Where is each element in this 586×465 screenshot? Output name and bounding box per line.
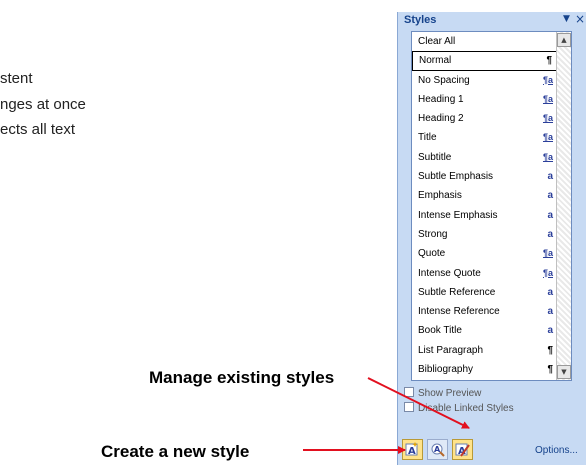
style-item-label: Intense Reference [418, 306, 500, 318]
style-type-icon: a [547, 209, 553, 221]
style-type-icon: a [547, 286, 553, 298]
style-item[interactable]: Quote ¶a [412, 244, 557, 263]
style-type-icon: a [547, 171, 553, 183]
style-item[interactable]: No Spacing ¶a [412, 71, 557, 90]
disable-linked-styles-label: Disable Linked Styles [418, 403, 514, 414]
style-inspector-icon: A [431, 443, 445, 457]
style-item[interactable]: Subtitle ¶a [412, 148, 557, 167]
manage-existing-styles-callout: Manage existing styles [149, 368, 335, 387]
style-type-icon: a [547, 228, 553, 240]
style-item-label: Intense Emphasis [418, 209, 498, 221]
style-item[interactable]: Subtle Reference a [412, 283, 557, 302]
style-item[interactable]: Title ¶a [412, 128, 557, 147]
styles-pane-header: Styles ▼ × [398, 12, 586, 31]
background-text-line-3: ects all text [0, 121, 76, 138]
show-preview-option[interactable]: Show Preview [404, 387, 481, 399]
dropdown-triangle-icon[interactable]: ▼ [563, 14, 570, 24]
close-icon[interactable]: × [575, 12, 585, 26]
style-item-label: Title [418, 132, 437, 144]
new-style-icon: A [405, 442, 418, 457]
style-item-label: List Paragraph [418, 344, 484, 356]
style-type-icon: ¶ [546, 55, 552, 67]
style-item-label: No Spacing [418, 74, 470, 86]
new-style-button[interactable]: A [402, 439, 423, 460]
style-item[interactable]: Heading 1 ¶a [412, 90, 557, 109]
style-item-label: Quote [418, 248, 446, 260]
svg-text:A: A [408, 446, 416, 457]
style-item[interactable]: Intense Emphasis a [412, 206, 557, 225]
manage-styles-button[interactable]: A [452, 439, 473, 460]
disable-linked-styles-option[interactable]: Disable Linked Styles [404, 402, 514, 414]
style-item-label: Heading 2 [418, 113, 464, 125]
style-type-icon: ¶a [542, 151, 553, 162]
disable-linked-styles-checkbox[interactable] [404, 402, 414, 412]
style-type-icon: a [547, 190, 553, 202]
style-item[interactable]: Book Title a [412, 321, 557, 340]
style-item[interactable]: Intense Reference a [412, 302, 557, 321]
style-item[interactable]: Subtle Emphasis a [412, 167, 557, 186]
styles-list-scrollbar[interactable]: ▲ ▼ [556, 32, 571, 380]
styles-pane-title: Styles [404, 14, 437, 26]
style-item[interactable]: Clear All [412, 32, 557, 51]
styles-list-items: Clear All Normal ¶ No Spacing ¶a Heading 1 ¶a H… [412, 32, 557, 379]
style-item-label: Normal [419, 55, 452, 67]
style-item-label: Subtle Emphasis [418, 171, 494, 183]
style-type-icon: ¶a [542, 267, 553, 278]
style-type-icon: ¶a [542, 132, 553, 143]
style-item[interactable]: Intense Quote ¶a [412, 264, 557, 283]
style-item-label: Heading 1 [418, 93, 464, 105]
style-type-icon: ¶a [542, 248, 553, 259]
style-item-label: Book Title [418, 325, 462, 337]
style-item[interactable]: Strong a [412, 225, 557, 244]
style-item[interactable]: Normal ¶ [412, 51, 557, 71]
scroll-up-button[interactable]: ▲ [557, 33, 571, 47]
create-new-style-callout: Create a new style [101, 442, 250, 461]
style-item-label: Bibliography [418, 364, 474, 376]
style-item-label: Emphasis [418, 190, 462, 202]
background-text-line-2: nges at once [0, 96, 86, 113]
scroll-down-button[interactable]: ▼ [557, 365, 571, 379]
style-item[interactable]: List Paragraph ¶ [412, 341, 557, 360]
style-type-icon: ¶a [542, 74, 553, 85]
style-type-icon: a [547, 306, 553, 318]
style-item-label: Clear All [418, 36, 456, 47]
style-item-label: Strong [418, 228, 448, 240]
style-type-icon: a [547, 325, 553, 337]
style-type-icon: ¶ [547, 344, 553, 356]
manage-styles-icon: A [455, 443, 470, 457]
show-preview-checkbox[interactable] [404, 387, 414, 397]
style-item-label: Intense Quote [418, 267, 481, 279]
style-type-icon: ¶a [542, 93, 553, 104]
style-item[interactable]: Bibliography ¶ [412, 360, 557, 379]
style-item-label: Subtle Reference [418, 286, 496, 298]
styles-list: Clear All Normal ¶ No Spacing ¶a Heading 1 ¶a H… [411, 31, 572, 381]
style-inspector-button[interactable]: A [427, 439, 448, 460]
styles-pane: Styles ▼ × Clear All Normal ¶ No Spacing ¶a H… [397, 12, 586, 465]
options-link[interactable]: Options... [535, 445, 578, 456]
style-item-label: Subtitle [418, 151, 452, 163]
style-item[interactable]: Heading 2 ¶a [412, 109, 557, 128]
background-text-line-1: stent [0, 70, 33, 87]
style-item[interactable]: Emphasis a [412, 186, 557, 205]
show-preview-label: Show Preview [418, 388, 482, 399]
style-type-icon: ¶a [542, 113, 553, 124]
style-type-icon: ¶ [547, 364, 553, 376]
